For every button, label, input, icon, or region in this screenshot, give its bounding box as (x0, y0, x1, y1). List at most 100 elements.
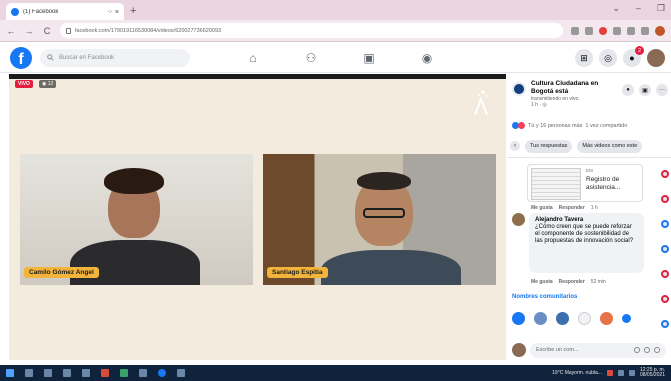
participant-torso (321, 250, 461, 285)
facebook-header: f Buscar en Facebook ⌂ ⚇ ▣ ◉ ⊞ ◎ ● 2 (0, 43, 671, 73)
search-icon[interactable] (25, 369, 33, 377)
reply-link[interactable]: Responder (559, 279, 585, 285)
account-avatar[interactable] (647, 49, 665, 67)
search-input[interactable]: Buscar en Facebook (40, 48, 190, 67)
clock[interactable]: 12:25 p. m. 08/05/2021 (639, 367, 665, 379)
new-tab-button[interactable]: + (130, 5, 136, 17)
browser-tab[interactable]: (1) Facebook ⁘ × (6, 3, 124, 20)
comment-text: ¿Cómo creen que se puede reforzar el com… (535, 224, 634, 244)
comment-bubble: Alejandro Tavera ¿Cómo creen que se pued… (529, 213, 644, 273)
reply-link[interactable]: Responder (559, 205, 585, 211)
wifi-icon[interactable] (617, 370, 624, 376)
reactions-count: Tú y 16 personas más (528, 122, 583, 129)
task-view-icon[interactable] (44, 369, 52, 377)
bravo-sticker-icon[interactable] (578, 312, 591, 325)
comment-author[interactable]: Alejandro Tavera (535, 217, 638, 223)
reaction-indicators (661, 170, 669, 328)
account-controls: ⊞ ◎ ● 2 (575, 46, 665, 67)
gif-icon[interactable] (654, 347, 660, 353)
windows-start-icon[interactable] (6, 369, 14, 377)
maximize-button[interactable]: ❐ (657, 3, 665, 14)
messenger-icon[interactable]: ◎ (599, 49, 617, 67)
bookmark-star-icon[interactable] (585, 26, 593, 35)
playlist-icon[interactable] (627, 26, 635, 35)
live-video-player[interactable]: VIVO ◉ 12 Camilo Gómez Angel Santiago Es… (9, 74, 506, 360)
tab-title: (1) Facebook (23, 8, 59, 15)
extensions-area (571, 25, 665, 36)
save-icon[interactable]: ▣ (639, 84, 651, 96)
opera-extension-icon[interactable] (599, 26, 607, 35)
window-controls: ⌄ – ❐ (612, 3, 665, 14)
edge-browser-icon[interactable] (63, 369, 71, 377)
notifications-button[interactable]: ● 2 (623, 46, 644, 67)
home-icon[interactable]: ⌂ (246, 51, 260, 65)
antivirus-icon[interactable] (606, 370, 613, 376)
participant-torso (70, 240, 200, 285)
page-name[interactable]: Cultura Ciudadana en Bogotá está (531, 80, 611, 95)
friends-icon[interactable]: ⚇ (304, 51, 318, 65)
comment-actions: Me gusta Responder 1 h (531, 205, 598, 211)
page-avatar[interactable] (512, 82, 526, 96)
main-nav: ⌂ ⚇ ▣ ◉ (246, 43, 434, 73)
app-icon[interactable] (158, 369, 166, 377)
more-stickers-icon[interactable] (622, 314, 631, 323)
groups-icon[interactable]: ◉ (420, 51, 434, 65)
tab-chips: ‹ Tus respuestas Más videos como este (507, 138, 671, 154)
extension-icon[interactable] (571, 26, 579, 35)
minimize-button[interactable]: – (636, 3, 641, 14)
post-meta: 1 h · ◎ (531, 102, 547, 108)
browser-toolbar: ← → C facebook.com/179019116530084/video… (0, 20, 671, 42)
document-thumbnail (531, 168, 581, 200)
facebook-logo-icon[interactable]: f (10, 46, 32, 69)
forward-button[interactable]: → (24, 26, 34, 36)
like-link[interactable]: Me gusta (531, 205, 553, 211)
watch-icon[interactable]: ▣ (362, 51, 376, 65)
heart-sticker-icon[interactable] (600, 312, 613, 325)
commenter-avatar[interactable] (512, 213, 525, 226)
profile-avatar[interactable] (655, 25, 665, 36)
comment-time: 1 h (590, 205, 598, 211)
reaction-indicator-icon (661, 245, 669, 253)
puzzle-icon[interactable] (613, 26, 621, 35)
camera-icon[interactable] (644, 347, 650, 353)
chevron-left-icon[interactable]: ‹ (510, 141, 520, 151)
shares-count[interactable]: 1 vez compartido (585, 123, 627, 129)
weather-text[interactable]: 19°C Mayorm. nubla... (552, 370, 602, 376)
messenger-icon[interactable]: ● (622, 84, 634, 96)
more-comments-link[interactable]: Nombres comunitarios (512, 294, 577, 300)
reactions-summary[interactable]: Tú y 16 personas más 1 vez compartido (512, 122, 627, 129)
browser-tab-strip: (1) Facebook ⁘ × + ⌄ – ❐ (0, 0, 671, 20)
thumbs-up-icon[interactable] (512, 312, 525, 325)
file-explorer-icon[interactable] (82, 369, 90, 377)
excel-icon[interactable] (120, 369, 128, 377)
settings-gear-icon[interactable] (139, 369, 147, 377)
comment-actions: Me gusta Responder 52 min (531, 279, 606, 285)
tab-your-responses[interactable]: Tus respuestas (525, 139, 573, 153)
word-icon[interactable] (177, 369, 185, 377)
opera-browser-icon[interactable] (101, 369, 109, 377)
like-link[interactable]: Me gusta (531, 279, 553, 285)
comments-sidebar: Cultura Ciudadana en Bogotá está transmi… (507, 74, 671, 364)
more-options-button[interactable]: ··· (656, 84, 668, 96)
sticker-icon[interactable] (534, 312, 547, 325)
reload-button[interactable]: C (42, 26, 52, 36)
volume-icon[interactable] (628, 370, 635, 376)
emoji-icon[interactable] (634, 347, 640, 353)
back-button[interactable]: ← (6, 26, 16, 36)
participant-hair (104, 168, 164, 194)
reaction-indicator-icon (661, 170, 669, 178)
menu-grid-icon[interactable]: ⊞ (575, 49, 593, 67)
tab-search-icon[interactable]: ⌄ (612, 3, 620, 14)
participant-hair (357, 172, 411, 190)
clock-date: 08/05/2021 (639, 372, 665, 378)
video-top-strip (9, 74, 506, 79)
tab-more-videos[interactable]: Más videos como este (577, 139, 643, 153)
sidebar-toggle-icon[interactable] (641, 26, 649, 35)
hands-like-icon[interactable] (556, 312, 569, 325)
glasses-icon (363, 208, 405, 218)
page-header-actions: ● ▣ ··· (622, 84, 668, 96)
comment-input[interactable]: Escribe un com... (530, 342, 666, 358)
shared-document-card[interactable]: EM Registro de asistencia... (527, 164, 643, 202)
tab-close-button[interactable]: ⁘ × (107, 8, 119, 16)
address-bar[interactable]: facebook.com/179019116530084/videos/6200… (60, 23, 563, 38)
